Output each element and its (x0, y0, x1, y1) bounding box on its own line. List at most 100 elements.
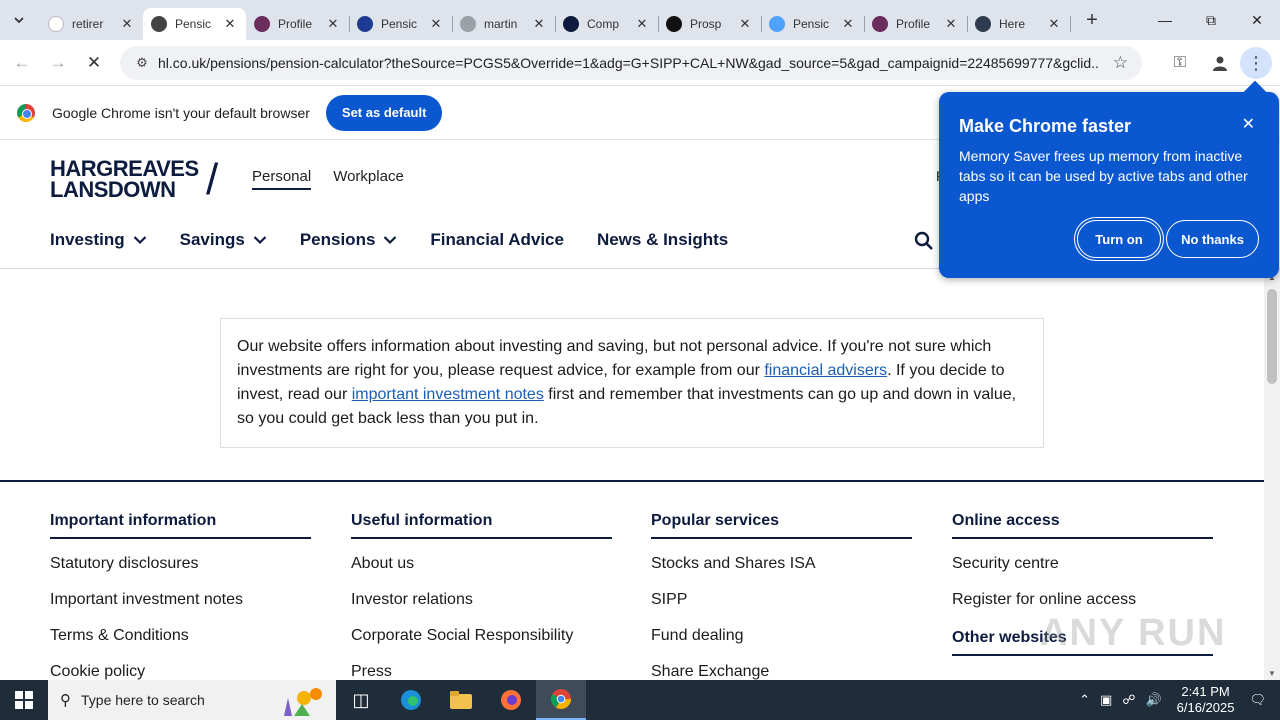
hl-logo[interactable]: HARGREAVES LANSDOWN (50, 158, 199, 202)
turn-on-button[interactable]: Turn on (1077, 220, 1161, 258)
footer-link[interactable]: Stocks and Shares ISA (651, 555, 912, 591)
new-tab-button[interactable]: + (1078, 6, 1106, 34)
no-thanks-button[interactable]: No thanks (1166, 220, 1259, 258)
browser-tab[interactable]: Here ✕ (967, 8, 1071, 40)
back-button[interactable]: ← (4, 45, 40, 81)
chevron-down-icon (253, 236, 267, 245)
scroll-down-arrow-icon[interactable]: ▼ (1268, 669, 1276, 678)
tab-list: retirer ✕ Pensic ✕ Profile ✕ Pensic ✕ martin ✕ Com… (40, 0, 1071, 40)
flowers-art-icon (284, 688, 322, 716)
browser-tab[interactable]: Pensic ✕ (143, 8, 246, 40)
set-as-default-button[interactable]: Set as default (325, 94, 443, 131)
browser-tab[interactable]: martin ✕ (452, 8, 556, 40)
nav-item[interactable]: Savings (180, 230, 267, 250)
url-text[interactable]: hl.co.uk/pensions/pension-calculator?the… (158, 55, 1098, 71)
tab-title: Here (999, 17, 1026, 31)
search-icon[interactable] (914, 231, 934, 251)
tab-title: Pensic (175, 17, 212, 31)
clock-date: 6/16/2025 (1176, 700, 1235, 715)
task-view-icon[interactable]: ◫ (336, 680, 386, 720)
clock[interactable]: 2:41 PM 6/16/2025 (1177, 684, 1235, 716)
taskbar-apps: ◫ (336, 680, 586, 720)
close-window-button[interactable]: ✕ (1234, 0, 1280, 40)
p-favicon-icon (872, 16, 888, 32)
tab-close-icon[interactable]: ✕ (428, 16, 444, 32)
browser-tab[interactable]: retirer ✕ (40, 8, 144, 40)
nav-item[interactable]: Financial Advice (430, 230, 564, 250)
footer-link[interactable]: About us (351, 555, 612, 591)
bookmark-star-icon[interactable]: ☆ (1113, 53, 1128, 73)
profile-icon[interactable] (1200, 43, 1240, 83)
tray-overflow-icon[interactable]: ⌃ (1079, 692, 1090, 708)
browser-tab[interactable]: Pensic ✕ (761, 8, 865, 40)
firefox-icon[interactable] (486, 680, 536, 720)
tab-close-icon[interactable]: ✕ (840, 16, 856, 32)
tab-search-button[interactable] (6, 7, 32, 33)
start-button[interactable] (0, 680, 48, 720)
important-notes-link[interactable]: important investment notes (352, 386, 544, 403)
edge-icon[interactable] (386, 680, 436, 720)
browser-tab[interactable]: Pensic ✕ (349, 8, 453, 40)
circle-favicon-icon (563, 16, 579, 32)
forward-button[interactable]: → (40, 45, 76, 81)
tab-close-icon[interactable]: ✕ (634, 16, 650, 32)
footer-link[interactable]: Terms & Conditions (50, 627, 311, 663)
footer-heading: Useful information (351, 512, 612, 539)
footer-link[interactable]: Investor relations (351, 591, 612, 627)
footer-heading: Online access (952, 512, 1213, 539)
nav-item[interactable]: Investing (50, 230, 147, 250)
chrome-taskbar-icon[interactable] (536, 680, 586, 720)
footer-link[interactable]: SIPP (651, 591, 912, 627)
volume-icon[interactable]: 🔊 (1145, 692, 1161, 708)
nav-item[interactable]: News & Insights (597, 230, 728, 250)
stop-button[interactable]: ✕ (76, 45, 112, 81)
file-explorer-icon[interactable] (436, 680, 486, 720)
browser-tab[interactable]: Profile ✕ (864, 8, 968, 40)
tab-close-icon[interactable]: ✕ (325, 16, 341, 32)
popup-title: Make Chrome faster (959, 116, 1132, 136)
chevron-down-icon (14, 17, 24, 24)
extensions-icon[interactable]: ⚿ (1160, 43, 1200, 83)
site-info-icon[interactable]: ⚙ (130, 55, 154, 71)
nav-item[interactable]: Pensions (300, 230, 398, 250)
chevron-down-icon (133, 236, 146, 245)
browser-tab[interactable]: Comp ✕ (555, 8, 659, 40)
chrome-logo-icon (17, 103, 35, 122)
tab-title: retirer (72, 17, 104, 31)
blank-page-icon-icon (48, 16, 64, 32)
logo-line-2: LANSDOWN (50, 177, 176, 202)
scrollbar-thumb[interactable] (1267, 289, 1277, 384)
popup-close-icon[interactable]: ✕ (1242, 114, 1255, 134)
window-controls: — ⧉ ✕ (1142, 0, 1280, 40)
address-bar[interactable]: ⚙ hl.co.uk/pensions/pension-calculator?t… (120, 46, 1142, 80)
audience-personal[interactable]: Personal (252, 168, 312, 190)
tab-title: Comp (587, 17, 620, 31)
taskbar-search[interactable]: ⚲ Type here to search (48, 680, 336, 720)
chrome-menu-icon[interactable]: ⋮ (1240, 47, 1272, 79)
tab-close-icon[interactable]: ✕ (737, 16, 753, 32)
restore-button[interactable]: ⧉ (1188, 0, 1234, 40)
footer-link[interactable]: Security centre (952, 555, 1213, 591)
tab-close-icon[interactable]: ✕ (222, 16, 238, 32)
browser-tab[interactable]: Prosp ✕ (658, 8, 762, 40)
anyrun-watermark: ANY RUN (1040, 612, 1227, 654)
minimize-button[interactable]: — (1142, 0, 1188, 40)
footer-link[interactable]: Statutory disclosures (50, 555, 311, 591)
windows-logo-icon (15, 691, 33, 709)
footer-link[interactable]: Important investment notes (50, 591, 311, 627)
grid-favicon-icon (357, 16, 373, 32)
tab-close-icon[interactable]: ✕ (943, 16, 959, 32)
tab-close-icon[interactable]: ✕ (1046, 16, 1062, 32)
notifications-icon[interactable]: 🗨 (1249, 692, 1266, 708)
network-icon[interactable]: ☍ (1122, 692, 1135, 708)
page-scrollbar[interactable]: ▲ ▼ (1264, 269, 1280, 680)
footer-link[interactable]: Corporate Social Responsibility (351, 627, 612, 663)
footer-link[interactable]: Fund dealing (651, 627, 912, 663)
financial-advisers-link[interactable]: financial advisers (764, 362, 887, 379)
browser-tab[interactable]: Profile ✕ (246, 8, 350, 40)
battery-icon[interactable]: ▣ (1100, 692, 1112, 708)
tab-title: martin (484, 17, 518, 31)
tab-close-icon[interactable]: ✕ (531, 16, 547, 32)
tab-close-icon[interactable]: ✕ (119, 16, 135, 32)
audience-workplace[interactable]: Workplace (333, 168, 404, 190)
